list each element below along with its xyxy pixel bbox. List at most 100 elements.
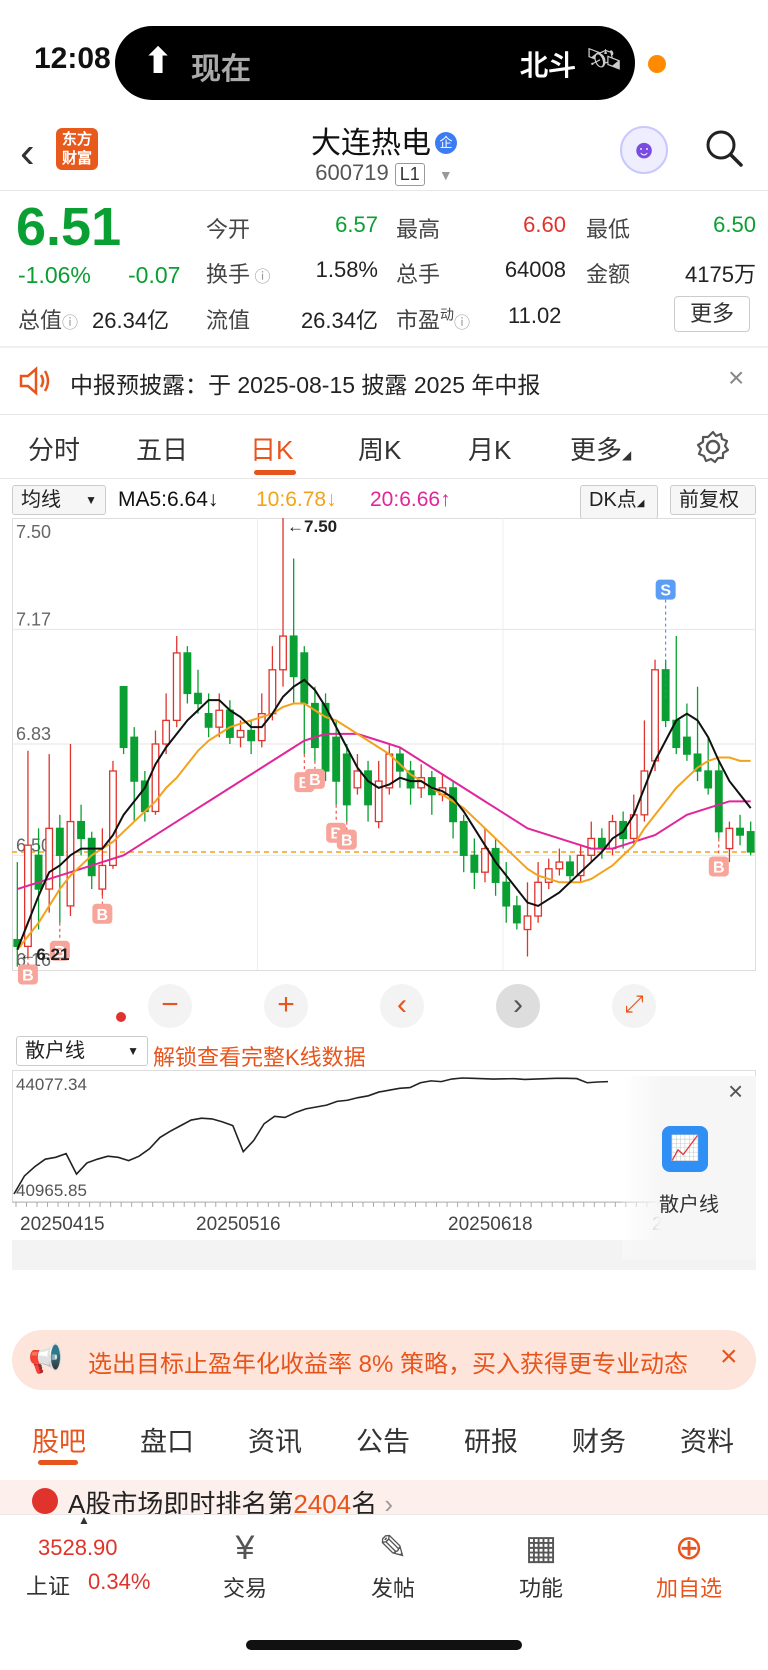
tab-daily-k[interactable]: 日K — [250, 430, 293, 467]
candle-body — [300, 652, 309, 705]
quote-divider — [0, 346, 768, 348]
status-time: 12:08 — [34, 42, 111, 75]
dropdown-arrow-icon: ▼ — [85, 493, 97, 507]
candle-body — [597, 837, 606, 850]
grid-apps-icon: ▦ — [524, 1529, 558, 1567]
notice-text: 中报预披露：于 2025-08-15 披露 2025 年中报 — [70, 372, 541, 398]
low-label: 最低 — [586, 217, 631, 242]
mktcap-label-text: 总值 — [18, 308, 63, 333]
candle-body — [215, 709, 224, 728]
candle-body — [332, 736, 341, 782]
functions-button[interactable]: ▦ 功能 — [486, 1525, 596, 1603]
candle-body — [172, 652, 181, 722]
date-tick-label: 20250415 — [20, 1214, 105, 1235]
tab-more[interactable]: 更多◢ — [570, 430, 631, 467]
tab-five-day[interactable]: 五日 — [136, 430, 188, 467]
candle-body — [470, 854, 479, 873]
pe-label[interactable]: 市盈动ⓘ — [396, 303, 470, 335]
turnover-label[interactable]: 换手 ⓘ — [206, 257, 270, 289]
kline-chart[interactable]: 7.507.176.836.506.16BBBB BB BBS←7.50←6.21 — [12, 518, 756, 1032]
tab-research[interactable]: 研报 — [464, 1420, 518, 1459]
trade-button[interactable]: ¥ 交易 — [190, 1525, 300, 1603]
close-notice-icon[interactable]: × — [728, 362, 744, 394]
search-icon[interactable] — [704, 128, 744, 168]
candle-body — [268, 669, 277, 715]
sub-indicator-dropdown[interactable]: 散户线 ▼ — [16, 1036, 148, 1066]
pe-label-text: 市盈 — [396, 308, 441, 333]
locked-overlay[interactable]: × 📈 散户线 — [622, 1076, 756, 1260]
turnover-value: 1.58% — [315, 257, 378, 282]
candle-body — [502, 881, 511, 907]
tab-intraday[interactable]: 分时 — [28, 430, 80, 467]
candle-body — [459, 820, 468, 856]
candle-body — [714, 770, 723, 833]
tab-order-book[interactable]: 盘口 — [140, 1420, 194, 1459]
stock-code: 600719 — [315, 160, 389, 185]
more-quote-button[interactable]: 更多 — [674, 296, 750, 332]
chevron-right-icon: › — [377, 1489, 394, 1514]
settings-gear-icon[interactable] — [696, 430, 730, 464]
scroll-left-button[interactable]: ‹ — [380, 984, 424, 1028]
rank-prefix: A股市场即时排名第 — [68, 1489, 294, 1514]
zoom-in-button[interactable]: + — [264, 984, 308, 1028]
candle-body — [119, 686, 128, 749]
expand-up-icon: ▲ — [78, 1513, 90, 1527]
tab-news[interactable]: 资讯 — [248, 1420, 302, 1459]
mktcap-label[interactable]: 总值ⓘ — [18, 303, 78, 335]
tab-finance[interactable]: 财务 — [572, 1420, 626, 1459]
candle-body — [342, 753, 351, 806]
mktcap-value: 26.34亿 — [92, 308, 170, 333]
candle-body — [66, 820, 75, 907]
date-tick-label: 20250516 — [196, 1214, 281, 1235]
candle-body — [130, 736, 139, 782]
buy-signal-label: B — [341, 833, 353, 850]
info-dots-icon: ⓘ — [454, 315, 471, 332]
tab-announcements[interactable]: 公告 — [356, 1420, 410, 1459]
low-value: 6.50 — [713, 212, 756, 237]
promo-text: 选出目标止盈年化收益率 8% 策略，买入获得更专业动态 — [88, 1351, 689, 1378]
index-value: 3528.90 — [38, 1535, 118, 1560]
tab-forum[interactable]: 股吧 — [32, 1420, 86, 1459]
dk-point-button[interactable]: DK点◢ — [580, 485, 658, 519]
candle-body — [321, 702, 330, 772]
post-label: 发帖 — [370, 1576, 415, 1601]
adjust-mode-button[interactable]: 前复权 — [670, 485, 756, 515]
strategy-promo-banner[interactable]: 📢 选出目标止盈年化收益率 8% 策略，买入获得更专业动态 × — [12, 1330, 756, 1390]
trade-label: 交易 — [222, 1576, 267, 1601]
tab-weekly-k[interactable]: 周K — [358, 430, 401, 467]
unlock-kline-link[interactable]: 解锁查看完整K线数据 — [153, 1040, 366, 1072]
post-button[interactable]: ✎ 发帖 — [338, 1525, 448, 1603]
open-label: 今开 — [206, 217, 251, 242]
active-tab-indicator — [254, 470, 296, 475]
corner-triangle-icon: ◢ — [636, 498, 645, 509]
sub-indicator-label: 散户线 — [25, 1040, 85, 1062]
tab-more-label: 更多 — [570, 435, 623, 465]
scroll-right-button[interactable]: › — [496, 984, 540, 1028]
close-promo-icon[interactable]: × — [720, 1340, 738, 1374]
candle-body — [279, 635, 287, 671]
fullscreen-button[interactable]: ⤢ — [612, 984, 656, 1028]
y-tick-label: 7.17 — [16, 609, 51, 629]
candle-body — [736, 827, 745, 836]
tab-profile[interactable]: 资料 — [680, 1420, 734, 1459]
close-overlay-icon[interactable]: × — [728, 1076, 743, 1107]
candle-body — [608, 820, 617, 850]
dynamic-island[interactable]: ⬆ 现在 北斗 🛰 — [115, 26, 635, 100]
ma-select-dropdown[interactable]: 均线 ▼ — [12, 485, 106, 515]
retail-line-lock-icon: 📈 — [662, 1126, 708, 1172]
float-label: 流值 — [206, 308, 251, 333]
zoom-out-button[interactable]: − — [148, 984, 192, 1028]
enterprise-badge-icon: 企 — [435, 132, 457, 154]
index-ticker[interactable]: ▲ 3528.90 上证 0.34% — [0, 1513, 160, 1611]
tab-monthly-k[interactable]: 月K — [468, 430, 511, 467]
satellite-icon: 🛰 — [585, 43, 624, 76]
assistant-robot-icon[interactable]: ☻ — [620, 126, 668, 174]
candle-body — [746, 831, 755, 853]
home-indicator — [246, 1640, 522, 1650]
candle-body — [225, 709, 234, 738]
add-watchlist-button[interactable]: ⊕ 加自选 — [634, 1525, 744, 1603]
buy-signal-label: B — [713, 859, 725, 876]
low-price-marker: ←6.21 — [19, 945, 69, 964]
notice-bar[interactable]: 中报预披露：于 2025-08-15 披露 2025 年中报 × — [0, 350, 768, 412]
market-rank-banner[interactable]: A股市场即时排名第2404名 › — [0, 1480, 768, 1514]
